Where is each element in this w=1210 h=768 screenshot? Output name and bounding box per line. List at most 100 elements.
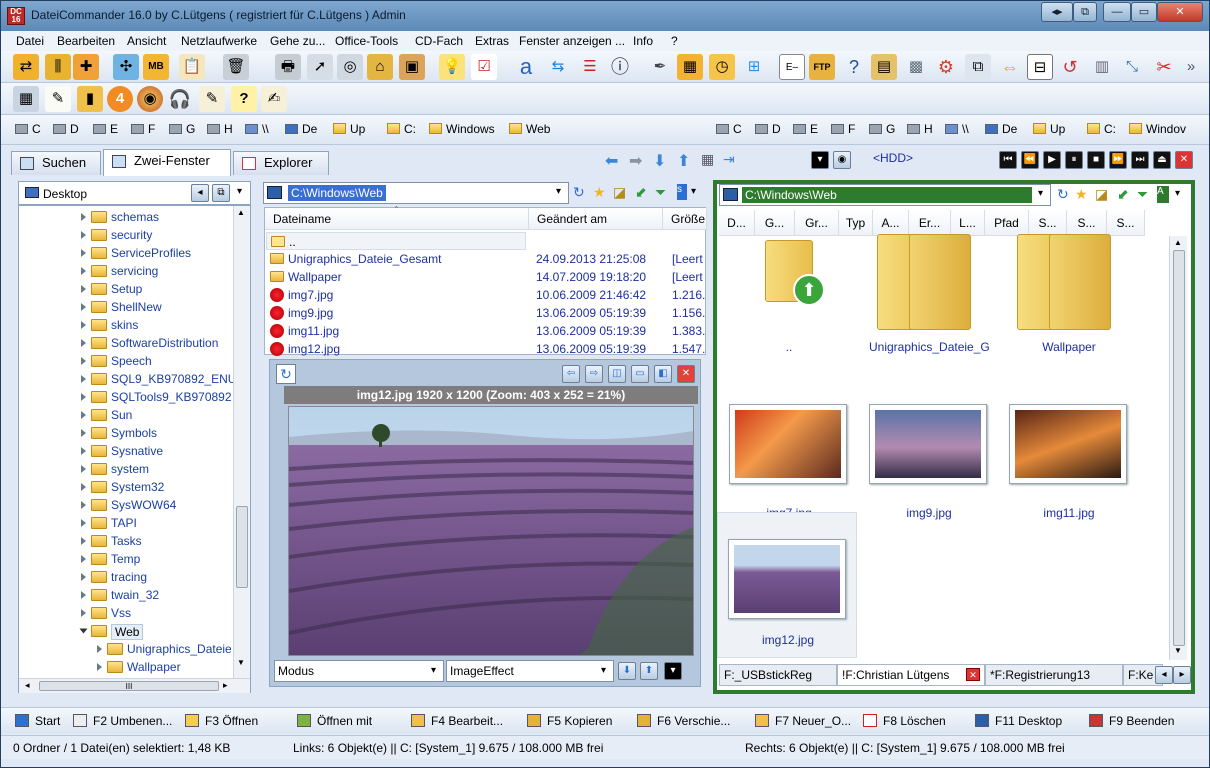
send-icon[interactable]: ➚ bbox=[307, 54, 333, 80]
tab-zwei-fenster[interactable]: Zwei-Fenster bbox=[103, 149, 231, 176]
drive-desktop-right[interactable]: De bbox=[985, 122, 1017, 136]
printer-icon[interactable]: 🖶 bbox=[275, 54, 301, 80]
expand-arrow-icon[interactable] bbox=[81, 447, 86, 455]
folder-tool-icon[interactable]: ▮ bbox=[77, 86, 103, 112]
gear-icon[interactable]: ⚙ bbox=[933, 54, 959, 80]
right-column-header[interactable]: D... bbox=[719, 210, 755, 236]
tree-item[interactable]: SQL9_KB970892_ENU bbox=[19, 370, 236, 388]
f6-move-button[interactable]: F6 Verschie... bbox=[637, 714, 730, 728]
scroll-up-icon[interactable]: ▲ bbox=[1174, 238, 1182, 247]
expand-arrow-icon[interactable] bbox=[81, 429, 86, 437]
table-row[interactable]: .. bbox=[266, 232, 526, 250]
expand-arrow-icon[interactable] bbox=[81, 393, 86, 401]
menu-netzlaufwerke[interactable]: Netzlaufwerke bbox=[181, 34, 257, 48]
undo-icon[interactable]: ↺ bbox=[1057, 54, 1083, 80]
tree-vscroll[interactable]: ▲ ▼ bbox=[233, 206, 250, 678]
windows-icon[interactable]: ⊞ bbox=[741, 54, 767, 80]
f8-delete-button[interactable]: F8 Löschen bbox=[863, 714, 946, 728]
menu-gehe-zu[interactable]: Gehe zu... bbox=[270, 34, 325, 48]
chevron-down-icon[interactable]: ▾ bbox=[1175, 188, 1180, 199]
copy-path-icon[interactable]: ⇄ bbox=[13, 54, 39, 80]
scroll-right-icon[interactable]: ▸ bbox=[223, 680, 228, 691]
folder-tab[interactable]: !F:Christian Lütgens ✕ bbox=[837, 664, 985, 686]
move-down-icon[interactable]: ⬇ bbox=[618, 662, 636, 680]
f3-open-button[interactable]: F3 Öffnen bbox=[185, 714, 258, 728]
sort-icon[interactable]: A bbox=[1157, 186, 1169, 203]
tree-item[interactable]: SysWOW64 bbox=[19, 496, 234, 514]
drive-e-right[interactable]: E bbox=[793, 122, 818, 136]
chevron-down-icon[interactable]: ▾ bbox=[237, 186, 242, 197]
tree-item[interactable]: Web bbox=[19, 622, 234, 640]
tree-view-button[interactable]: ⧉ bbox=[212, 184, 230, 202]
green-arrow-icon[interactable]: ⬋ bbox=[1117, 186, 1129, 203]
menu-extras[interactable]: Extras bbox=[475, 34, 509, 48]
close-viewer-icon[interactable]: ✕ bbox=[677, 365, 695, 383]
fast-forward-icon[interactable]: ⏩ bbox=[1109, 151, 1127, 169]
left-path-input[interactable]: C:\Windows\Web bbox=[288, 185, 386, 201]
right-scroll-thumb[interactable] bbox=[1173, 250, 1185, 646]
menu-fenster[interactable]: Fenster anzeigen ... bbox=[519, 34, 625, 48]
tree-item[interactable]: twain_32 bbox=[19, 586, 234, 604]
right-column-header[interactable]: S... bbox=[1107, 210, 1145, 236]
tree-item[interactable]: system bbox=[19, 460, 234, 478]
sync-icon[interactable]: ⇆ bbox=[545, 54, 571, 80]
col-groesse[interactable]: Größe bbox=[663, 208, 707, 230]
close-tab-icon[interactable]: ✕ bbox=[966, 668, 980, 681]
filter-icon[interactable]: ⏷ bbox=[655, 184, 666, 201]
f9-exit-button[interactable]: F9 Beenden bbox=[1089, 714, 1174, 728]
at-sign-icon[interactable]: a bbox=[513, 54, 539, 80]
close-button[interactable]: ✕ bbox=[1157, 2, 1203, 22]
chevron-down-icon[interactable]: ▾ bbox=[691, 186, 696, 197]
drive-up-left[interactable]: Up bbox=[333, 122, 365, 136]
play-icon[interactable]: ▶ bbox=[1043, 151, 1061, 169]
chevron-down-icon[interactable]: ▾ bbox=[556, 186, 561, 197]
pen-icon[interactable]: ✒ bbox=[647, 54, 673, 80]
drive-network-right[interactable]: \\ bbox=[945, 122, 969, 136]
menu-cd-fach[interactable]: CD-Fach bbox=[415, 34, 463, 48]
expand-arrow-icon[interactable] bbox=[81, 213, 86, 221]
maximize-button[interactable]: ▭ bbox=[1131, 2, 1157, 22]
filter-folder-icon[interactable]: ◪ bbox=[613, 184, 626, 201]
trash-icon[interactable]: 🗑 bbox=[223, 54, 249, 80]
drive-d-right[interactable]: D bbox=[755, 122, 781, 136]
eject-icon[interactable]: ⏏ bbox=[1153, 151, 1171, 169]
tree-item[interactable]: skins bbox=[19, 316, 234, 334]
table-row[interactable]: Unigraphics_Dateie_Gesamt 24.09.2013 21:2… bbox=[266, 250, 706, 268]
right-column-header[interactable]: Gr... bbox=[795, 210, 839, 236]
right-column-header[interactable]: S... bbox=[1067, 210, 1107, 236]
filter-folder-icon[interactable]: ◪ bbox=[1095, 186, 1108, 203]
scroll-down-icon[interactable]: ▼ bbox=[237, 658, 245, 667]
table-row[interactable]: Wallpaper 14.07.2009 19:18:20 [Leert bbox=[266, 268, 706, 286]
f5-copy-button[interactable]: F5 Kopieren bbox=[527, 714, 612, 728]
columns-icon[interactable]: ▥ bbox=[1089, 54, 1115, 80]
tree-hscroll[interactable]: ◂ III ▸ bbox=[19, 678, 250, 693]
menu-help[interactable]: ? bbox=[671, 34, 678, 48]
up-arrow-icon[interactable]: ⬆ bbox=[677, 151, 690, 171]
tree-item[interactable]: ServiceProfiles bbox=[19, 244, 234, 262]
expand-arrow-icon[interactable] bbox=[81, 573, 86, 581]
resize-icon[interactable]: ⤡ bbox=[1119, 54, 1145, 80]
expand-arrow-icon[interactable] bbox=[81, 321, 86, 329]
right-column-header[interactable]: Typ bbox=[839, 210, 873, 236]
expand-arrow-icon[interactable] bbox=[81, 285, 86, 293]
expand-arrow-icon[interactable] bbox=[81, 609, 86, 617]
eject-tray-button[interactable]: ▾ bbox=[811, 151, 829, 169]
question-note-icon[interactable]: ? bbox=[231, 86, 257, 112]
tree-scroll-thumb[interactable] bbox=[236, 506, 248, 588]
minimize-button[interactable]: — bbox=[1103, 2, 1131, 22]
edit-icon[interactable]: ✎ bbox=[199, 86, 225, 112]
tree-item[interactable]: Temp bbox=[19, 550, 234, 568]
scissors-icon[interactable]: ✂ bbox=[1151, 54, 1177, 80]
sort-icon[interactable]: s bbox=[677, 184, 687, 200]
drive-e-left[interactable]: E bbox=[93, 122, 118, 136]
refresh-icon[interactable]: ↻ bbox=[276, 364, 296, 384]
chevron-down-icon[interactable]: ▾ bbox=[1038, 188, 1043, 199]
expand-arrow-icon[interactable] bbox=[81, 303, 86, 311]
expand-arrow-icon[interactable] bbox=[81, 591, 86, 599]
drive-g-left[interactable]: G bbox=[169, 122, 195, 136]
clock-icon[interactable]: ◷ bbox=[709, 54, 735, 80]
drive-up-right[interactable]: Up bbox=[1033, 122, 1065, 136]
right-column-header[interactable]: Er... bbox=[909, 210, 951, 236]
move-icon[interactable]: ✣ bbox=[113, 54, 139, 80]
pause-icon[interactable]: ⏸ bbox=[1065, 151, 1083, 169]
